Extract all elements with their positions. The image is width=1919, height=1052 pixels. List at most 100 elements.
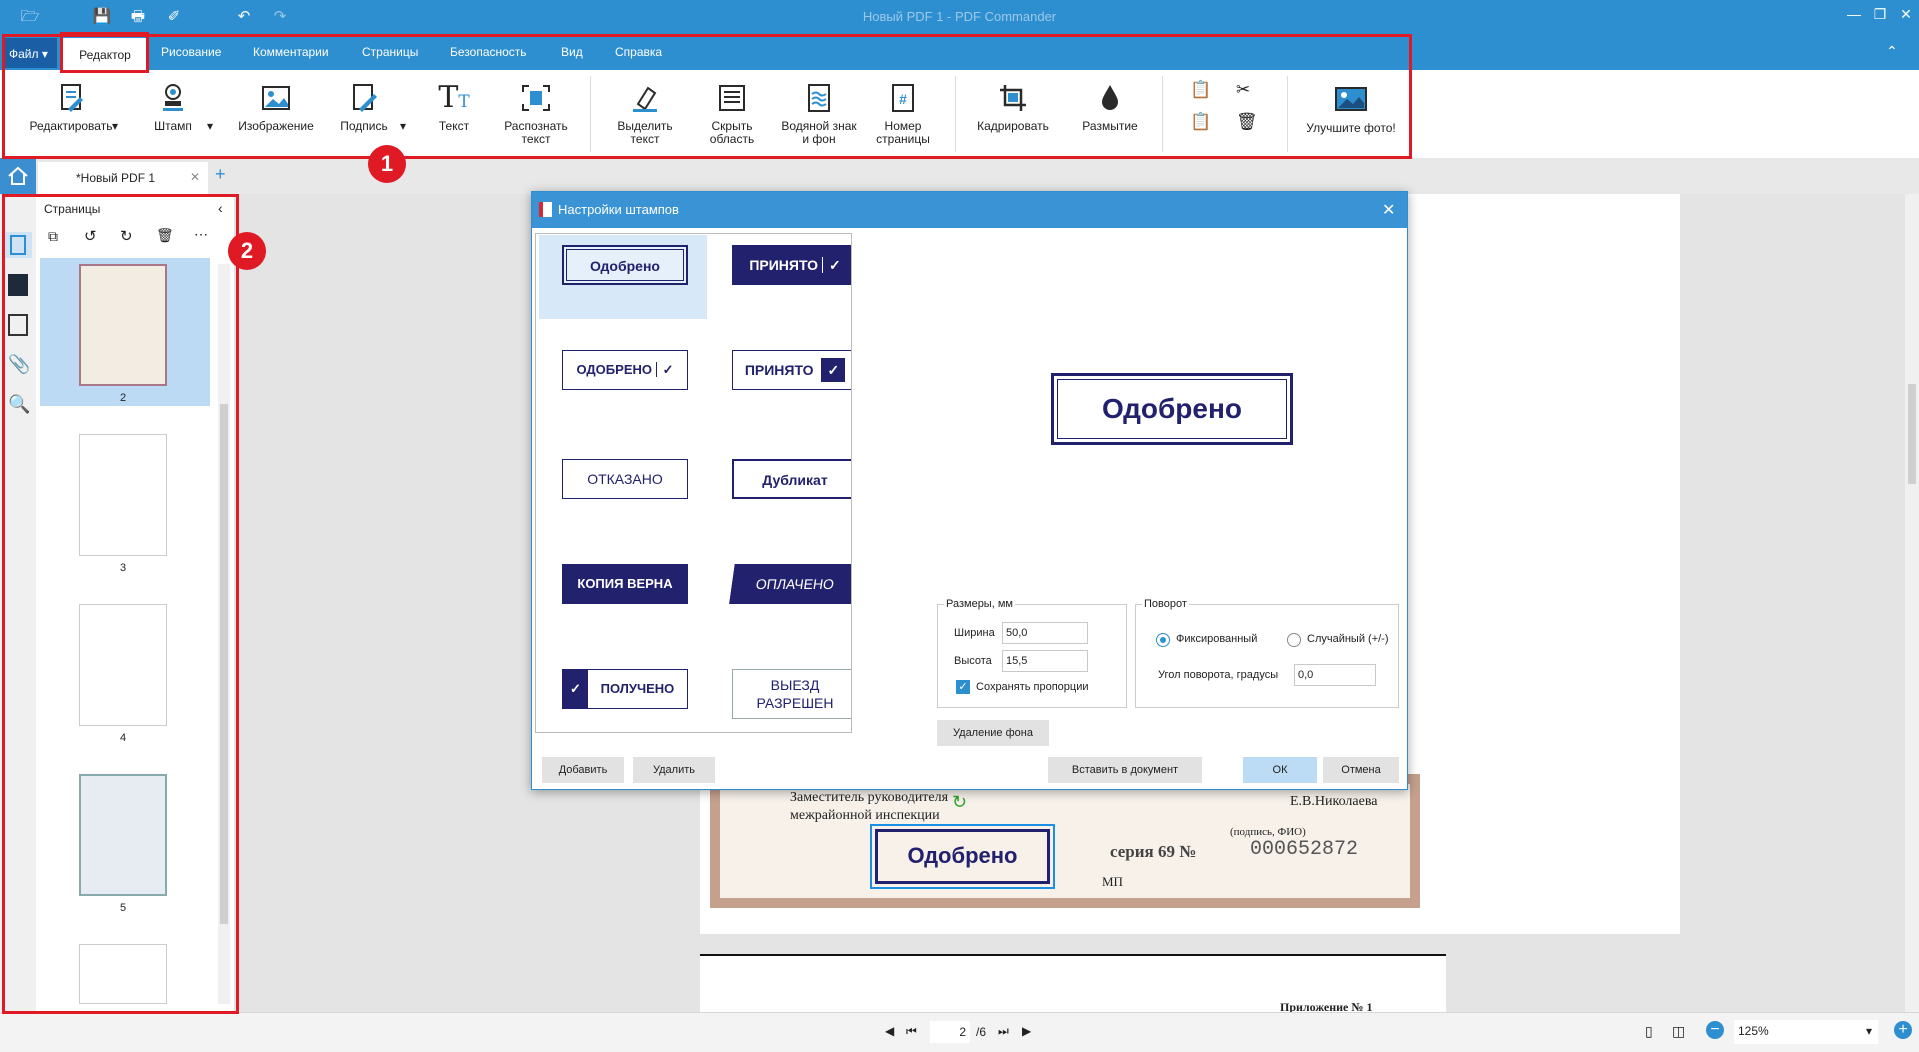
sizes-legend: Размеры, мм	[944, 598, 1015, 610]
edit-button[interactable]: Редактировать ▾	[16, 82, 126, 133]
collapse-panel-icon[interactable]: ‹	[218, 200, 223, 216]
image-button[interactable]: Изображение	[233, 82, 319, 133]
zoom-in-icon[interactable]: +	[1894, 1021, 1912, 1039]
menu-file[interactable]: Файл ▾	[2, 38, 57, 68]
blur-button[interactable]: Размытие	[1075, 82, 1145, 133]
stamp-approved-caps[interactable]: ОДОБРЕНО ✓	[562, 350, 688, 390]
pages-panel-icon[interactable]	[4, 232, 32, 258]
delete-icon[interactable]: 🗑	[1236, 112, 1258, 134]
attachment-icon[interactable]: 📎	[8, 354, 30, 375]
hide-label-2: область	[709, 132, 755, 146]
home-button[interactable]	[0, 158, 36, 194]
stamp-approved[interactable]: Одобрено	[562, 245, 688, 285]
zoom-value: 125%	[1738, 1024, 1769, 1038]
minimize-icon[interactable]: —	[1842, 6, 1866, 22]
panel-scrollbar[interactable]	[218, 264, 230, 1004]
hide-area-button[interactable]: Скрыть область	[697, 82, 767, 146]
zoom-out-icon[interactable]: −	[1706, 1021, 1724, 1039]
search-icon[interactable]: 🔍	[8, 394, 30, 415]
highlight-label-2: текст	[630, 132, 660, 146]
close-icon[interactable]: ✕	[1894, 6, 1918, 23]
two-page-view-icon[interactable]: ◫	[1672, 1023, 1685, 1040]
ocr-button[interactable]: Распознать текст	[495, 82, 577, 146]
keep-proportions-checkbox[interactable]: ✓	[956, 680, 970, 694]
page-input[interactable]: 2	[930, 1021, 970, 1043]
document-tab[interactable]: *Новый PDF 1 ✕	[38, 162, 208, 194]
dialog-close-icon[interactable]: ✕	[1382, 200, 1395, 220]
last-page-icon[interactable]: ⏭	[998, 1024, 1009, 1039]
tab-drawing[interactable]: Рисование	[161, 45, 221, 59]
zoom-select[interactable]: 125% ▾	[1734, 1020, 1878, 1044]
page-thumbnail[interactable]	[79, 604, 167, 726]
single-page-view-icon[interactable]: ▯	[1645, 1023, 1653, 1040]
watermark-label-2: и фон	[802, 132, 836, 146]
stamp-accepted-check[interactable]: ПРИНЯТО ✓	[732, 245, 851, 285]
add-page-icon[interactable]: ⧉	[48, 228, 58, 245]
angle-input[interactable]: 0,0	[1294, 664, 1376, 686]
stamp-rejected[interactable]: ОТКАЗАНО	[562, 459, 688, 499]
placed-stamp[interactable]: Одобрено	[870, 824, 1055, 889]
paste-icon[interactable]: 📋	[1190, 112, 1212, 134]
stamp-copy-correct[interactable]: КОПИЯ ВЕРНА	[562, 564, 688, 604]
page-thumbnail[interactable]	[79, 774, 167, 896]
blur-icon	[1102, 85, 1118, 110]
crop-button[interactable]: Кадрировать	[970, 82, 1056, 133]
stamp-duplicate[interactable]: Дубликат	[732, 459, 851, 499]
cut-icon[interactable]: ✂	[1236, 80, 1258, 102]
cancel-button[interactable]: Отмена	[1323, 757, 1399, 783]
stamp-paid[interactable]: ОПЛАЧЕНО	[729, 564, 851, 604]
document-scrollbar[interactable]	[1905, 194, 1919, 1012]
tab-help[interactable]: Справка	[615, 45, 662, 59]
image-label: Изображение	[238, 119, 314, 133]
more-icon[interactable]: ⋯	[194, 226, 208, 243]
prev-page-icon[interactable]: ◀	[885, 1024, 894, 1038]
height-input[interactable]: 15,5	[1002, 650, 1088, 672]
enhance-photo-button[interactable]: Улучшите фото!	[1302, 84, 1400, 135]
delete-page-icon[interactable]: 🗑	[156, 227, 174, 244]
page-number-label: 3	[119, 562, 127, 574]
stamp-accepted-box[interactable]: ПРИНЯТО ✓	[732, 350, 851, 390]
tab-editor[interactable]: Редактор	[62, 38, 148, 70]
enhance-photo-icon	[1335, 87, 1367, 111]
page-thumbnail[interactable]	[79, 264, 167, 386]
next-page-icon[interactable]: ▶	[1022, 1024, 1031, 1038]
tab-view[interactable]: Вид	[561, 45, 583, 59]
rotate-left-icon[interactable]: ↺	[84, 227, 97, 245]
tab-pages[interactable]: Страницы	[362, 45, 418, 59]
page-number-button[interactable]: # Номер страницы	[868, 82, 938, 146]
new-tab-icon[interactable]: +	[215, 164, 226, 185]
stamp-received-label: ПОЛУЧЕНО	[600, 681, 675, 696]
text-button[interactable]: TT Текст	[430, 82, 478, 133]
ribbon-separator	[955, 76, 956, 152]
insert-into-document-button[interactable]: Вставить в документ	[1048, 757, 1202, 783]
stamp-exit-allowed[interactable]: ВЫЕЗД РАЗРЕШЕН	[732, 669, 851, 719]
comments-icon[interactable]	[8, 314, 28, 336]
stamp-button[interactable]: Штамп ▾	[143, 82, 213, 133]
fixed-radio[interactable]	[1156, 633, 1170, 647]
tab-security[interactable]: Безопасность	[450, 45, 527, 59]
signature-button[interactable]: Подпись ▾	[334, 82, 406, 133]
highlight-text-button[interactable]: Выделить текст	[610, 82, 680, 146]
remove-background-button[interactable]: Удаление фона	[937, 720, 1049, 746]
copy-icon[interactable]: 📋	[1190, 80, 1212, 102]
restore-icon[interactable]: ❐	[1868, 6, 1892, 23]
page-thumbnail[interactable]	[79, 944, 167, 1004]
width-input[interactable]: 50,0	[1002, 622, 1088, 644]
add-stamp-button[interactable]: Добавить	[542, 757, 624, 783]
pages-panel: Страницы ‹ ⧉ ↺ ↻ 🗑 ⋯ 2 3 4 5	[36, 194, 234, 1012]
close-tab-icon[interactable]: ✕	[190, 170, 200, 184]
stamp-received[interactable]: ✓ ПОЛУЧЕНО	[562, 669, 688, 709]
rotate-right-icon[interactable]: ↻	[120, 227, 133, 245]
random-radio[interactable]	[1287, 633, 1301, 647]
delete-stamp-button[interactable]: Удалить	[633, 757, 715, 783]
page-thumbnail[interactable]	[79, 434, 167, 556]
bookmarks-icon[interactable]	[8, 274, 28, 296]
rotate-handle-icon[interactable]: ↻	[952, 792, 967, 813]
first-page-icon[interactable]: ⏮	[906, 1024, 917, 1039]
collapse-ribbon-icon[interactable]: ⌃	[1886, 43, 1898, 60]
watermark-button[interactable]: Водяной знак и фон	[776, 82, 862, 146]
height-label: Высота	[954, 655, 992, 667]
ok-button[interactable]: ОК	[1243, 757, 1317, 783]
tab-comments[interactable]: Комментарии	[253, 45, 329, 59]
side-toolbar: 📎 🔍	[0, 194, 36, 1012]
